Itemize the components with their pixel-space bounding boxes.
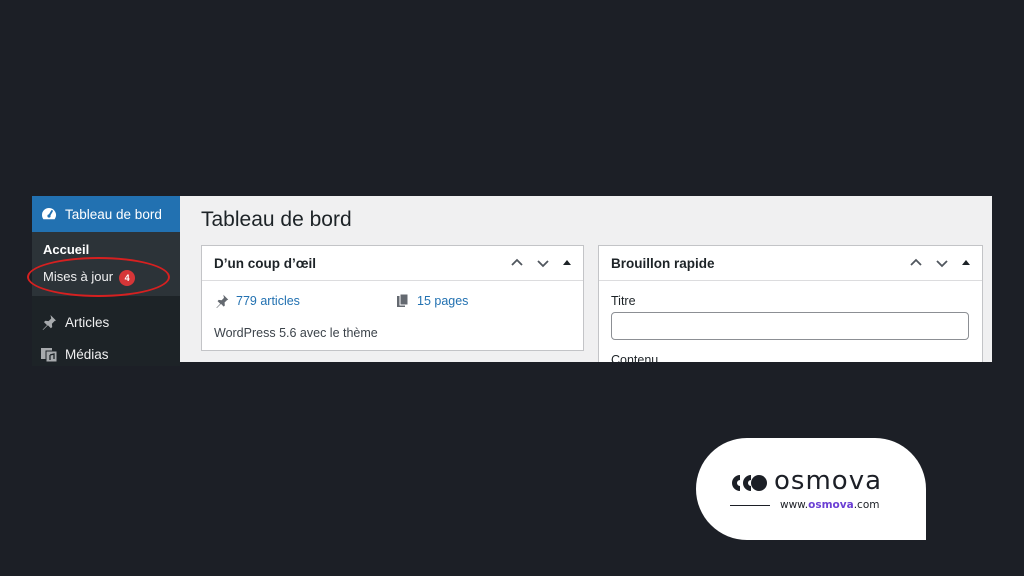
widget-title: D’un coup d’œil [214, 256, 316, 271]
pin-icon [216, 294, 229, 308]
url-prefix: www. [780, 499, 809, 511]
draft-content-label: Contenu [611, 353, 659, 362]
chevron-down-icon[interactable] [535, 255, 551, 271]
sidebar-item-media[interactable]: Médias [32, 340, 180, 368]
osmova-wordmark: osmova [774, 466, 883, 496]
at-a-glance-widget: D’un coup d’œil 779 articles 15 pages Wo… [201, 245, 584, 351]
sidebar-item-dashboard-label: Tableau de bord [65, 206, 162, 222]
chevron-up-icon[interactable] [908, 255, 924, 271]
media-icon [41, 348, 58, 363]
widget-controls [908, 255, 972, 271]
pages-count-link[interactable]: 15 pages [395, 293, 468, 309]
osmova-logo-card: osmova www.osmova.com [696, 438, 926, 540]
widget-title: Brouillon rapide [611, 256, 715, 271]
sidebar-item-media-label: Médias [65, 346, 109, 362]
sidebar-item-dashboard[interactable]: Tableau de bord [32, 196, 187, 232]
collapse-triangle-icon[interactable] [561, 255, 573, 271]
submenu-item-home[interactable]: Accueil [43, 242, 89, 257]
widget-controls [509, 255, 573, 271]
quick-draft-widget: Brouillon rapide Titre Contenu [598, 245, 983, 362]
articles-count-link[interactable]: 779 articles [214, 293, 300, 309]
collapse-triangle-icon[interactable] [960, 255, 972, 271]
osmova-url[interactable]: www.osmova.com [780, 499, 879, 511]
pages-icon [397, 293, 409, 307]
sidebar-item-articles-label: Articles [65, 314, 110, 330]
pages-count-label: 15 pages [417, 294, 469, 308]
osmova-logo-icon [732, 475, 767, 491]
pin-icon [42, 315, 56, 330]
chevron-up-icon[interactable] [509, 255, 525, 271]
widget-header: Brouillon rapide [599, 246, 982, 281]
url-brand: osmova [808, 499, 854, 511]
chevron-down-icon[interactable] [934, 255, 950, 271]
articles-count-label: 779 articles [236, 294, 300, 308]
url-suffix: .com [853, 499, 880, 511]
draft-title-input[interactable] [611, 312, 969, 340]
page-title: Tableau de bord [201, 208, 352, 231]
wordpress-version-text: WordPress 5.6 avec le thème [214, 326, 378, 340]
logo-divider [730, 505, 770, 506]
dashboard-main: Tableau de bord D’un coup d’œil 779 arti… [180, 196, 992, 362]
widget-header: D’un coup d’œil [202, 246, 583, 281]
highlight-circle-annotation [27, 257, 170, 297]
draft-title-label: Titre [611, 294, 636, 308]
dashboard-gauge-icon [42, 208, 56, 220]
sidebar-item-articles[interactable]: Articles [32, 308, 180, 336]
